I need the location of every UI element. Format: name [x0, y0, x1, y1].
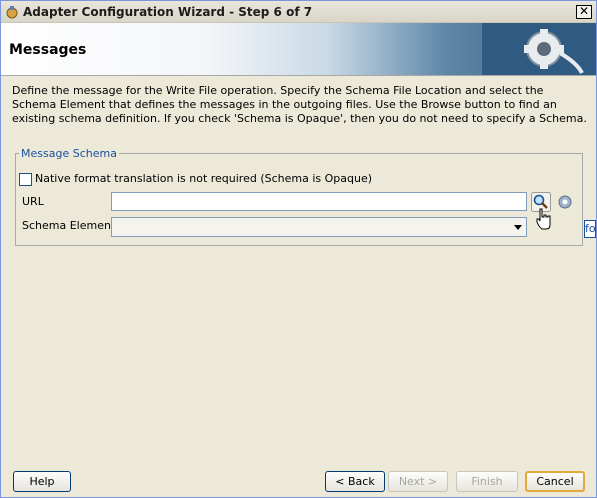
finish-button[interactable]: Finish — [456, 471, 518, 492]
help-button[interactable]: Help — [13, 471, 71, 492]
group-legend: Message Schema — [21, 147, 117, 160]
chevron-down-icon[interactable] — [514, 225, 522, 230]
schema-opaque-checkbox[interactable] — [19, 173, 32, 186]
url-input[interactable] — [111, 192, 527, 211]
gear-icon[interactable] — [557, 194, 573, 210]
adapter-plug-gear-icon — [482, 23, 592, 75]
back-button[interactable]: < Back — [325, 471, 385, 492]
schema-element-label: Schema Element — [22, 219, 116, 232]
wizard-header: Messages — [1, 23, 596, 76]
close-button[interactable]: ✕ — [576, 5, 592, 19]
cancel-button[interactable]: Cancel — [525, 471, 585, 492]
hand-cursor-icon — [536, 208, 551, 230]
schema-element-dropdown[interactable] — [111, 217, 527, 237]
window-title: Adapter Configuration Wizard - Step 6 of… — [23, 5, 313, 19]
wizard-icon — [6, 6, 18, 19]
title-bar[interactable]: Adapter Configuration Wizard - Step 6 of… — [1, 1, 596, 23]
page-description: Define the message for the Write File op… — [12, 84, 587, 125]
url-label: URL — [22, 195, 44, 208]
schema-opaque-label: Native format translation is not require… — [35, 172, 373, 185]
side-tab[interactable]: fo — [584, 220, 596, 238]
next-button[interactable]: Next > — [388, 471, 448, 492]
wizard-window: Adapter Configuration Wizard - Step 6 of… — [0, 0, 597, 498]
page-title: Messages — [9, 42, 87, 58]
